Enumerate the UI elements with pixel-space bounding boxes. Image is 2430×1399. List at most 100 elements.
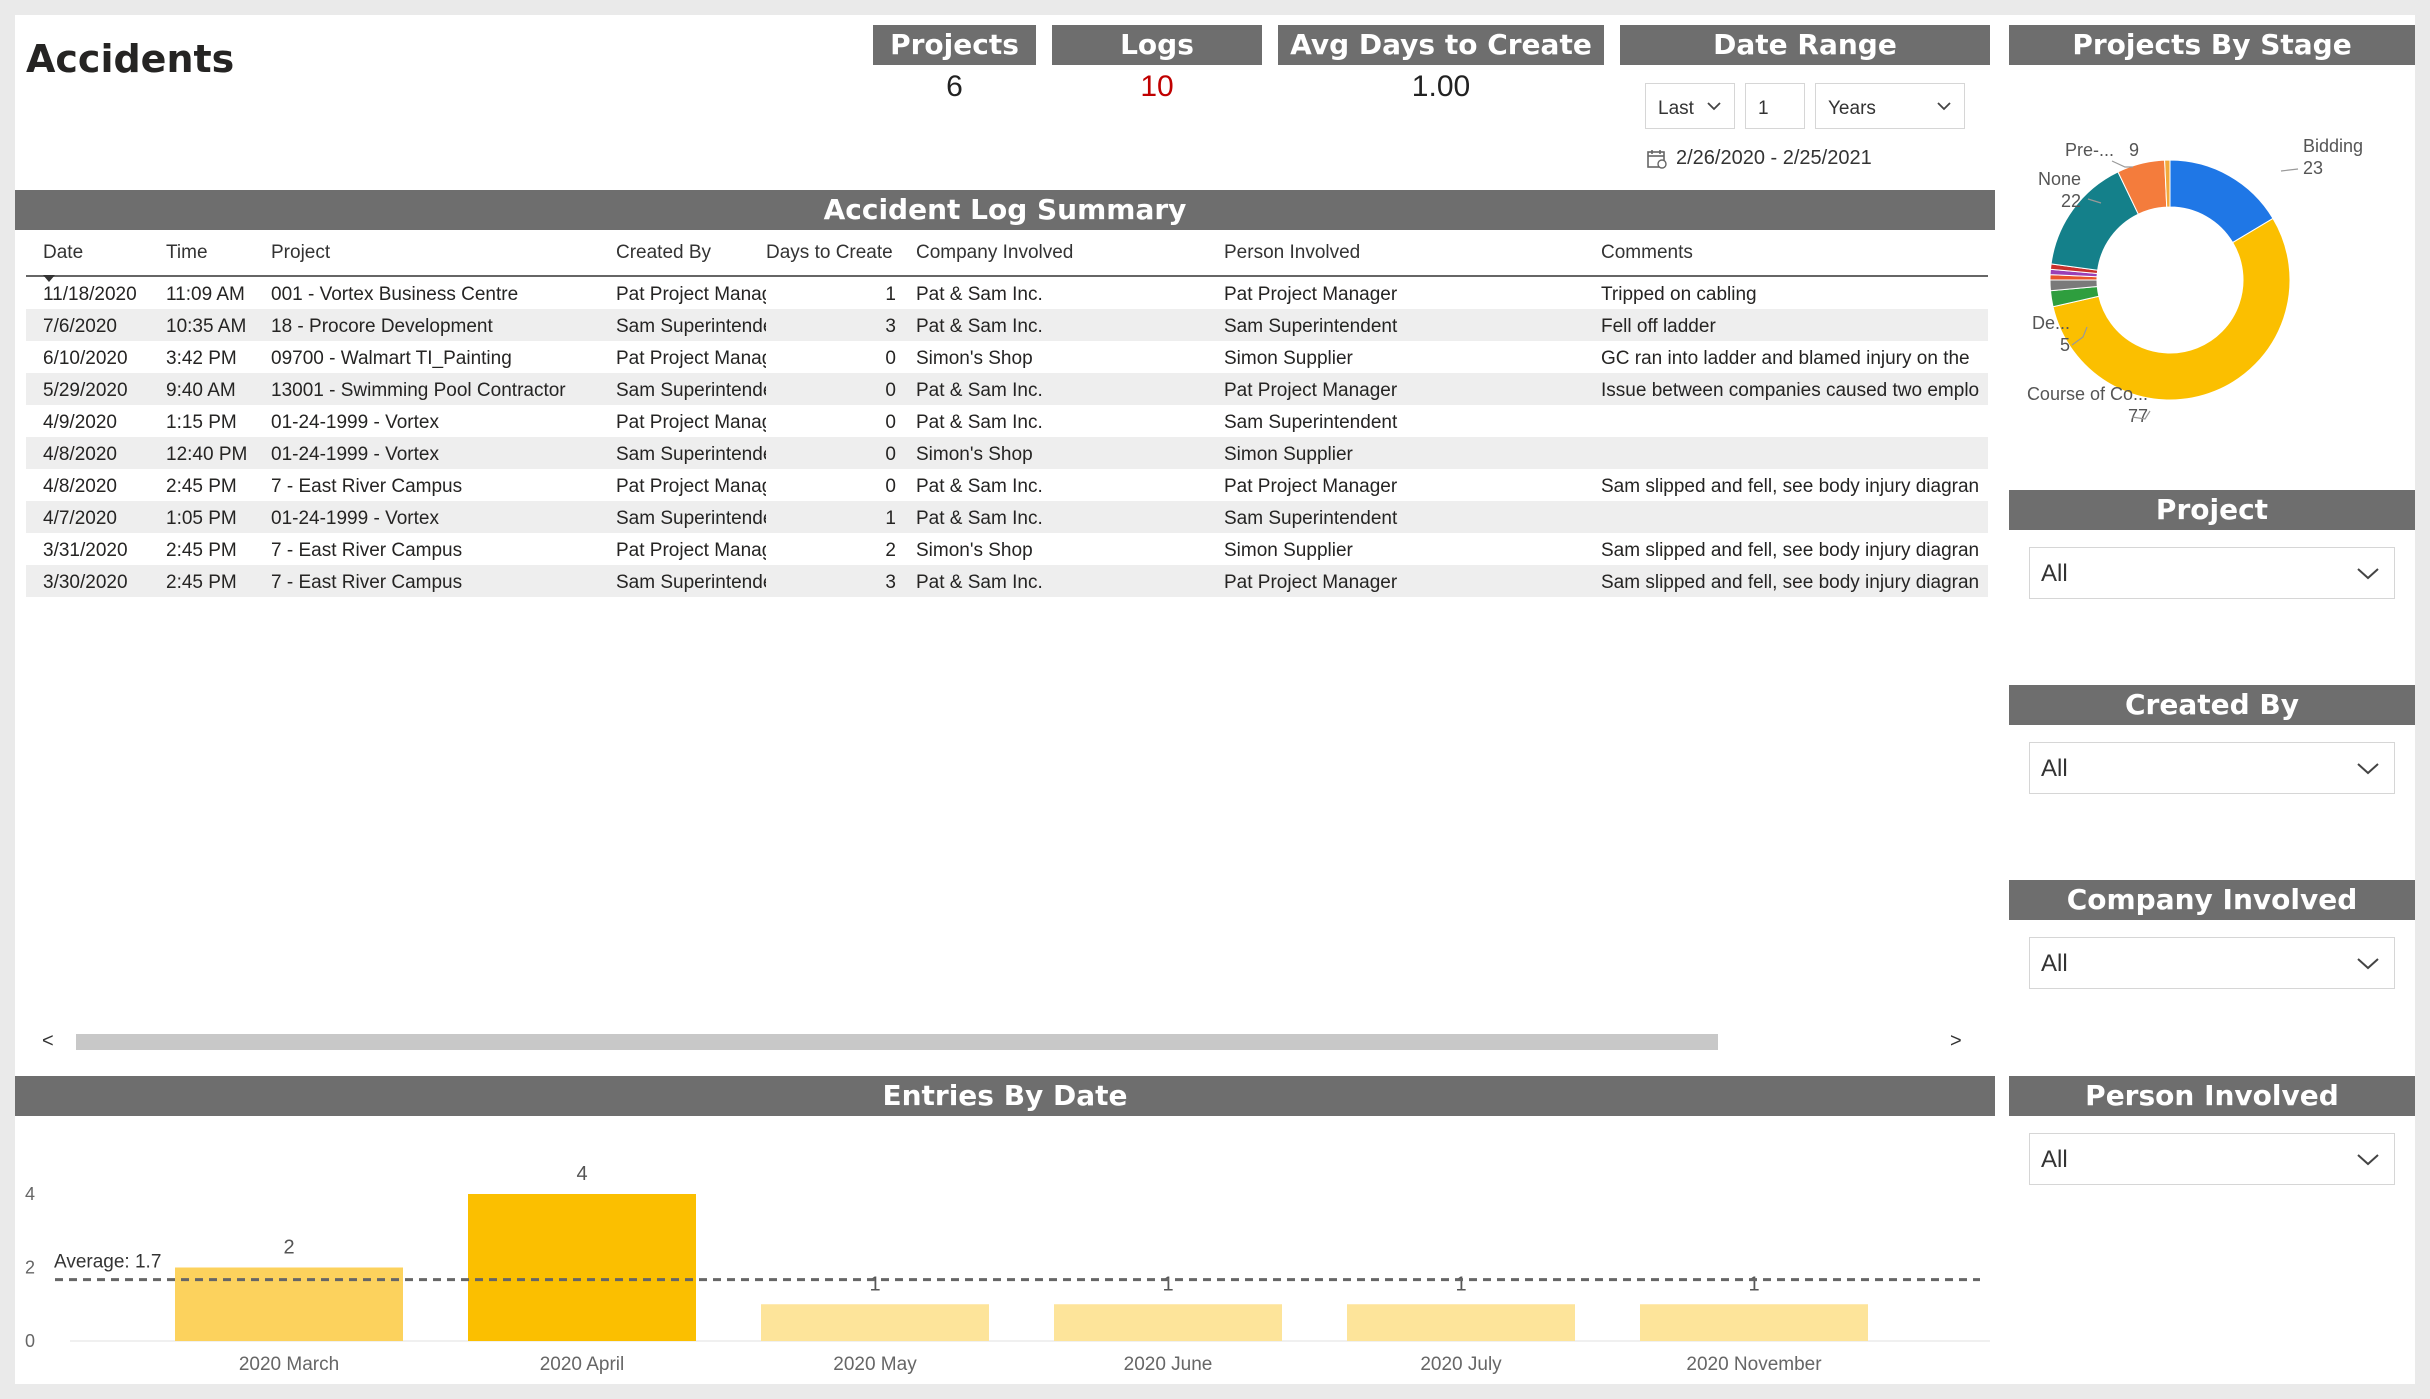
date-range-mode-value: Last <box>1658 98 1694 119</box>
x-tick-label: 2020 March <box>239 1354 339 1375</box>
table-row[interactable]: 5/29/2020 9:40 AM 13001 - Swimming Pool Co… <box>26 373 1988 405</box>
column-header[interactable]: Days to Create <box>766 231 893 275</box>
table-cell: Pat Project Manager <box>616 412 766 433</box>
table-horizontal-scrollbar[interactable]: < > <box>26 1030 1988 1053</box>
column-header[interactable]: Comments <box>1601 231 1693 275</box>
table-cell: 1 <box>885 284 896 305</box>
table-cell: 9:40 AM <box>166 380 236 401</box>
project-dropdown-value: All <box>2041 560 2068 587</box>
table-row[interactable]: 4/8/2020 2:45 PM 7 - East River Campus Pat … <box>26 469 1988 501</box>
table-cell: Sam Superintendent <box>616 444 766 465</box>
column-header[interactable]: Time <box>166 231 208 275</box>
table-cell: 4/9/2020 <box>43 412 117 433</box>
y-tick-label: 2 <box>25 1258 35 1278</box>
table-cell: 1 <box>885 508 896 529</box>
scroll-right-button[interactable]: > <box>1950 1030 1962 1053</box>
table-cell: Simon Supplier <box>1224 540 1353 561</box>
table-cell <box>1601 501 1988 533</box>
column-header[interactable]: Project <box>271 231 330 275</box>
date-range-count-input[interactable]: 1 <box>1745 83 1805 129</box>
kpi-avg-days-title: Avg Days to Create <box>1278 25 1604 65</box>
chevron-down-icon <box>2356 562 2380 590</box>
table-cell: 11:09 AM <box>166 284 245 305</box>
table-cell: Pat & Sam Inc. <box>916 476 1043 497</box>
person-involved-dropdown[interactable]: All <box>2029 1133 2395 1185</box>
table-row[interactable]: 3/30/2020 2:45 PM 7 - East River Campus Sam… <box>26 565 1988 597</box>
table-cell <box>1601 437 1988 469</box>
table-cell: 2:45 PM <box>166 540 237 561</box>
date-range-count-value: 1 <box>1758 98 1769 119</box>
table-cell: 4/8/2020 <box>43 476 117 497</box>
table-cell: Simon's Shop <box>916 540 1033 561</box>
table-row[interactable]: 6/10/2020 3:42 PM 09700 - Walmart TI_Paint… <box>26 341 1988 373</box>
table-cell: 3 <box>885 316 896 337</box>
table-cell: 3/30/2020 <box>43 572 128 593</box>
table-row[interactable]: 4/7/2020 1:05 PM 01-24-1999 - Vortex Sam Su… <box>26 501 1988 533</box>
project-dropdown[interactable]: All <box>2029 547 2395 599</box>
table-cell: 4/7/2020 <box>43 508 117 529</box>
person-involved-dropdown-value: All <box>2041 1146 2068 1173</box>
table-cell: 12:40 PM <box>166 444 248 465</box>
table-cell: 01-24-1999 - Vortex <box>271 508 439 529</box>
date-range-unit-dropdown[interactable]: Years <box>1815 83 1965 129</box>
chevron-down-icon <box>2356 952 2380 980</box>
table-cell: Tripped on cabling <box>1601 284 1757 305</box>
column-header[interactable]: Company Involved <box>916 231 1073 275</box>
column-header[interactable]: Created By <box>616 231 711 275</box>
date-range-title: Date Range <box>1620 25 1990 65</box>
table-cell: 7 - East River Campus <box>271 572 463 593</box>
table-cell: Pat & Sam Inc. <box>916 284 1043 305</box>
table-row[interactable]: 4/9/2020 1:15 PM 01-24-1999 - Vortex Pat Pr… <box>26 405 1988 437</box>
project-slicer-title: Project <box>2009 490 2415 530</box>
company-involved-dropdown[interactable]: All <box>2029 937 2395 989</box>
scroll-left-button[interactable]: < <box>42 1030 54 1053</box>
table-cell: Sam Superintendent <box>616 316 766 337</box>
table-cell: 3/31/2020 <box>43 540 128 561</box>
chevron-down-icon <box>2356 757 2380 785</box>
table-cell: Sam slipped and fell, see body injury di… <box>1601 572 1980 593</box>
date-range-mode-dropdown[interactable]: Last <box>1645 83 1735 129</box>
table-row[interactable]: 11/18/2020 11:09 AM 001 - Vortex Business … <box>26 277 1988 309</box>
table-cell: 0 <box>885 476 896 497</box>
table-row[interactable]: 7/6/2020 10:35 AM 18 - Procore Development… <box>26 309 1988 341</box>
table-cell: 0 <box>885 412 896 433</box>
table-cell: Simon's Shop <box>916 444 1033 465</box>
table-cell: 11/18/2020 <box>43 284 137 305</box>
x-tick-label: 2020 April <box>540 1354 625 1375</box>
table-cell: 2:45 PM <box>166 476 237 497</box>
column-header[interactable]: Person Involved <box>1224 231 1360 275</box>
table-cell: 2 <box>885 540 896 561</box>
calendar-icon[interactable] <box>1646 148 1668 175</box>
created-by-slicer-title: Created By <box>2009 685 2415 725</box>
bar <box>1054 1304 1282 1341</box>
kpi-logs-title: Logs <box>1052 25 1262 65</box>
table-cell: Pat Project Manager <box>616 476 766 497</box>
bar-data-label: 4 <box>576 1163 587 1185</box>
scrollbar-thumb[interactable] <box>76 1034 1718 1050</box>
table-cell: 01-24-1999 - Vortex <box>271 412 439 433</box>
table-cell: 6/10/2020 <box>43 348 128 369</box>
table-cell: Sam slipped and fell, see body injury di… <box>1601 540 1980 561</box>
table-cell: 01-24-1999 - Vortex <box>271 444 439 465</box>
table-title: Accident Log Summary <box>15 190 1995 230</box>
table-cell: 2:45 PM <box>166 572 237 593</box>
bar <box>1347 1304 1575 1341</box>
table-cell: Pat Project Manager <box>1224 284 1398 305</box>
table-cell: 7/6/2020 <box>43 316 117 337</box>
table-row[interactable]: 3/31/2020 2:45 PM 7 - East River Campus Pat… <box>26 533 1988 565</box>
table-cell: 1:15 PM <box>166 412 237 433</box>
bar <box>761 1304 989 1341</box>
table-cell: Simon Supplier <box>1224 444 1353 465</box>
created-by-dropdown[interactable]: All <box>2029 742 2395 794</box>
table-cell: Pat & Sam Inc. <box>916 380 1043 401</box>
table-cell: 0 <box>885 444 896 465</box>
company-involved-dropdown-value: All <box>2041 950 2068 977</box>
table-row[interactable]: 4/8/2020 12:40 PM 01-24-1999 - Vortex Sam S… <box>26 437 1988 469</box>
x-tick-label: 2020 June <box>1124 1354 1213 1375</box>
table-cell: Sam Superintendent <box>1224 412 1398 433</box>
table-cell: Pat Project Manager <box>616 284 766 305</box>
table-cell: Pat & Sam Inc. <box>916 316 1043 337</box>
bar-data-label: 1 <box>1162 1273 1173 1295</box>
table-cell: Sam Superintendent <box>1224 508 1398 529</box>
average-label: Average: 1.7 <box>54 1252 161 1273</box>
